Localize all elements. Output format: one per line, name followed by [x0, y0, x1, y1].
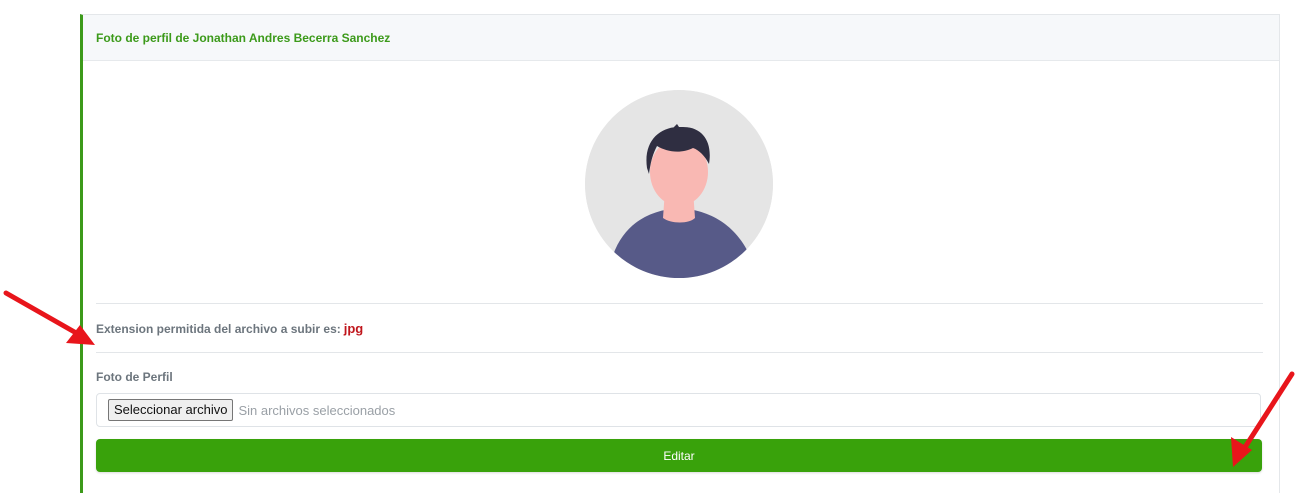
card-title: Foto de perfil de Jonathan Andres Becerr…: [96, 30, 391, 45]
allowed-extension-label: Extension permitida del archivo a subir …: [96, 322, 341, 336]
profile-photo-file-input[interactable]: Seleccionar archivo Sin archivos selecci…: [96, 393, 1261, 427]
divider-bottom: [96, 352, 1263, 353]
allowed-extension-text: Extension permitida del archivo a subir …: [96, 321, 363, 336]
profile-photo-card: Foto de perfil de Jonathan Andres Becerr…: [80, 14, 1280, 493]
edit-button[interactable]: Editar: [96, 439, 1262, 472]
choose-file-button[interactable]: Seleccionar archivo: [108, 399, 234, 421]
card-header: Foto de perfil de Jonathan Andres Becerr…: [83, 15, 1279, 61]
divider-top: [96, 303, 1263, 304]
page: Foto de perfil de Jonathan Andres Becerr…: [0, 0, 1295, 493]
file-selection-status: Sin archivos seleccionados: [238, 402, 396, 418]
profile-avatar: [585, 90, 773, 278]
allowed-extension-value: jpg: [343, 321, 364, 336]
person-avatar-icon: [585, 90, 773, 278]
profile-photo-field-label: Foto de Perfil: [96, 370, 173, 384]
